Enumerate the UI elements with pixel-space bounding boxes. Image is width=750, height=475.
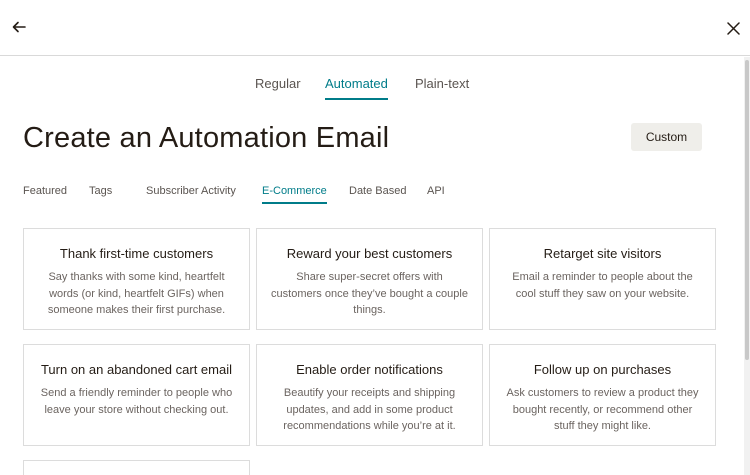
card-title: Reward your best customers (286, 246, 453, 261)
card-abandoned-cart-email[interactable]: Turn on an abandoned cart email Send a f… (23, 344, 250, 446)
card-description: Say thanks with some kind, heartfelt wor… (47, 271, 226, 316)
close-button[interactable] (722, 17, 744, 39)
card-thank-first-time-customers[interactable]: Thank first-time customers Say thanks wi… (23, 228, 250, 330)
close-icon (726, 21, 740, 35)
card-reward-best-customers[interactable]: Reward your best customers Share super-s… (256, 228, 483, 330)
tab-tags[interactable]: Tags (89, 185, 112, 202)
custom-button[interactable]: Custom (631, 123, 702, 151)
modal-header (0, 0, 750, 56)
page-title: Create an Automation Email (23, 122, 390, 154)
automation-email-modal: Regular Automated Plain-text Create an A… (0, 0, 750, 475)
card-title: Thank first-time customers (59, 246, 214, 261)
tab-api[interactable]: API (427, 185, 445, 202)
category-tabs: Featured Tags Subscriber Activity E-Comm… (0, 185, 744, 207)
tab-date-based[interactable]: Date Based (349, 185, 406, 202)
tab-subscriber-activity[interactable]: Subscriber Activity (146, 185, 236, 202)
card-title: Follow up on purchases (533, 362, 672, 377)
tab-plain-text[interactable]: Plain-text (415, 76, 469, 98)
tab-automated[interactable]: Automated (325, 76, 388, 100)
card-description: Send a friendly reminder to people who l… (40, 387, 233, 416)
arrow-left-icon (12, 21, 26, 33)
card-title: Turn on an abandoned cart email (40, 362, 233, 377)
card-order-notifications[interactable]: Enable order notifications Beautify your… (256, 344, 483, 446)
card-retarget-site-visitors[interactable]: Retarget site visitors Email a reminder … (489, 228, 716, 330)
back-button[interactable] (8, 16, 30, 38)
card-title: Enable order notifications (296, 362, 443, 377)
card-description: Beautify your receipts and shipping upda… (283, 387, 456, 432)
card-follow-up-on-purchases[interactable]: Follow up on purchases Ask customers to … (489, 344, 716, 446)
card-description: Email a reminder to people about the coo… (512, 271, 693, 300)
scrollbar-thumb[interactable] (745, 60, 749, 360)
card-description: Share super-secret offers with customers… (271, 271, 468, 316)
card-description: Ask customers to review a product they b… (506, 387, 699, 432)
card-title: Retarget site visitors (543, 246, 662, 261)
tab-regular[interactable]: Regular (255, 76, 301, 98)
card-partial[interactable] (23, 460, 250, 475)
tab-featured[interactable]: Featured (23, 185, 67, 202)
email-type-tabs: Regular Automated Plain-text (0, 76, 744, 104)
tab-e-commerce[interactable]: E-Commerce (262, 185, 327, 204)
